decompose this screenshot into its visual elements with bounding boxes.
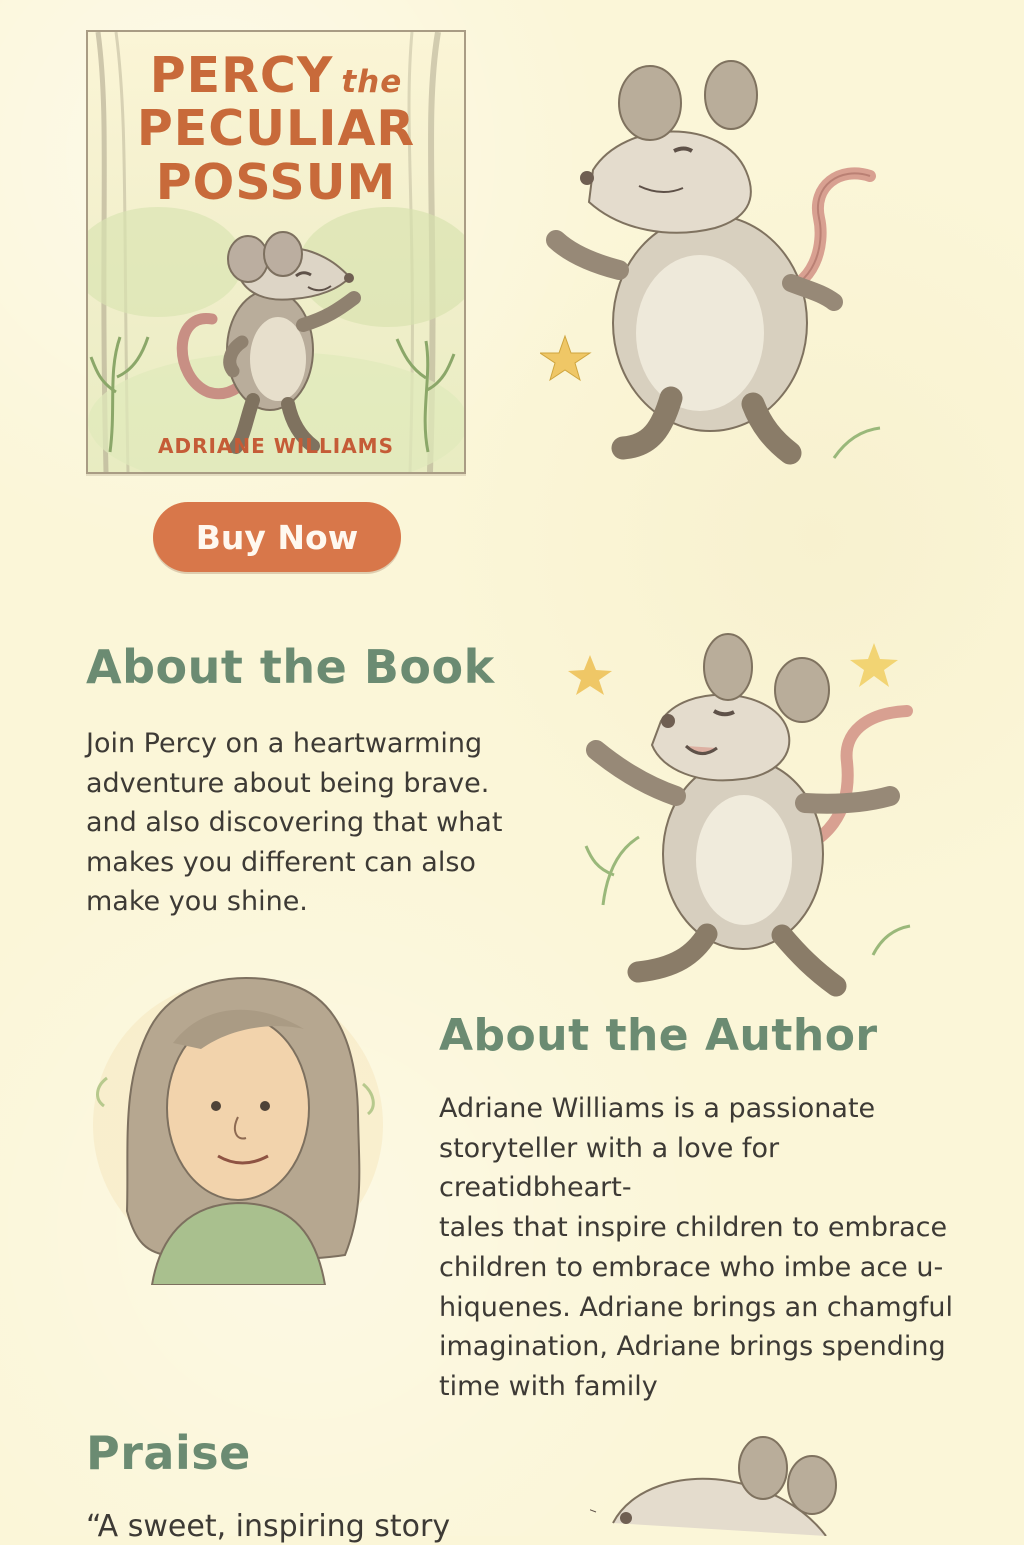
possum-illustration-icon (568, 633, 913, 997)
cover-title-line3: Possum (155, 153, 397, 211)
possum-illustration-icon (540, 60, 881, 465)
cover-title: Percy the Peculiar Possum (88, 47, 464, 211)
author-portrait-icon (93, 976, 383, 1285)
praise-quote: “A sweet, inspiring story (86, 1509, 451, 1544)
about-book-text: Join Percy on a heartwarming adventure a… (86, 728, 503, 917)
cover-title-line2: Peculiar (136, 100, 416, 158)
praise-title: Praise (86, 1426, 251, 1480)
about-author-title: About the Author (439, 1010, 878, 1061)
cover-author: ADRIANE WILLIAMS (158, 434, 394, 458)
about-author-text: Adriane Williams is a passionate storyte… (439, 1093, 953, 1402)
about-book-title: About the Book (86, 640, 495, 694)
buy-now-button[interactable]: Buy Now (153, 502, 401, 572)
book-cover: Percy the Peculiar Possum ADRIANE WILLIAM… (86, 30, 466, 474)
cover-title-line1: Percy the (149, 47, 403, 104)
possum-illustration-icon (590, 1436, 837, 1536)
